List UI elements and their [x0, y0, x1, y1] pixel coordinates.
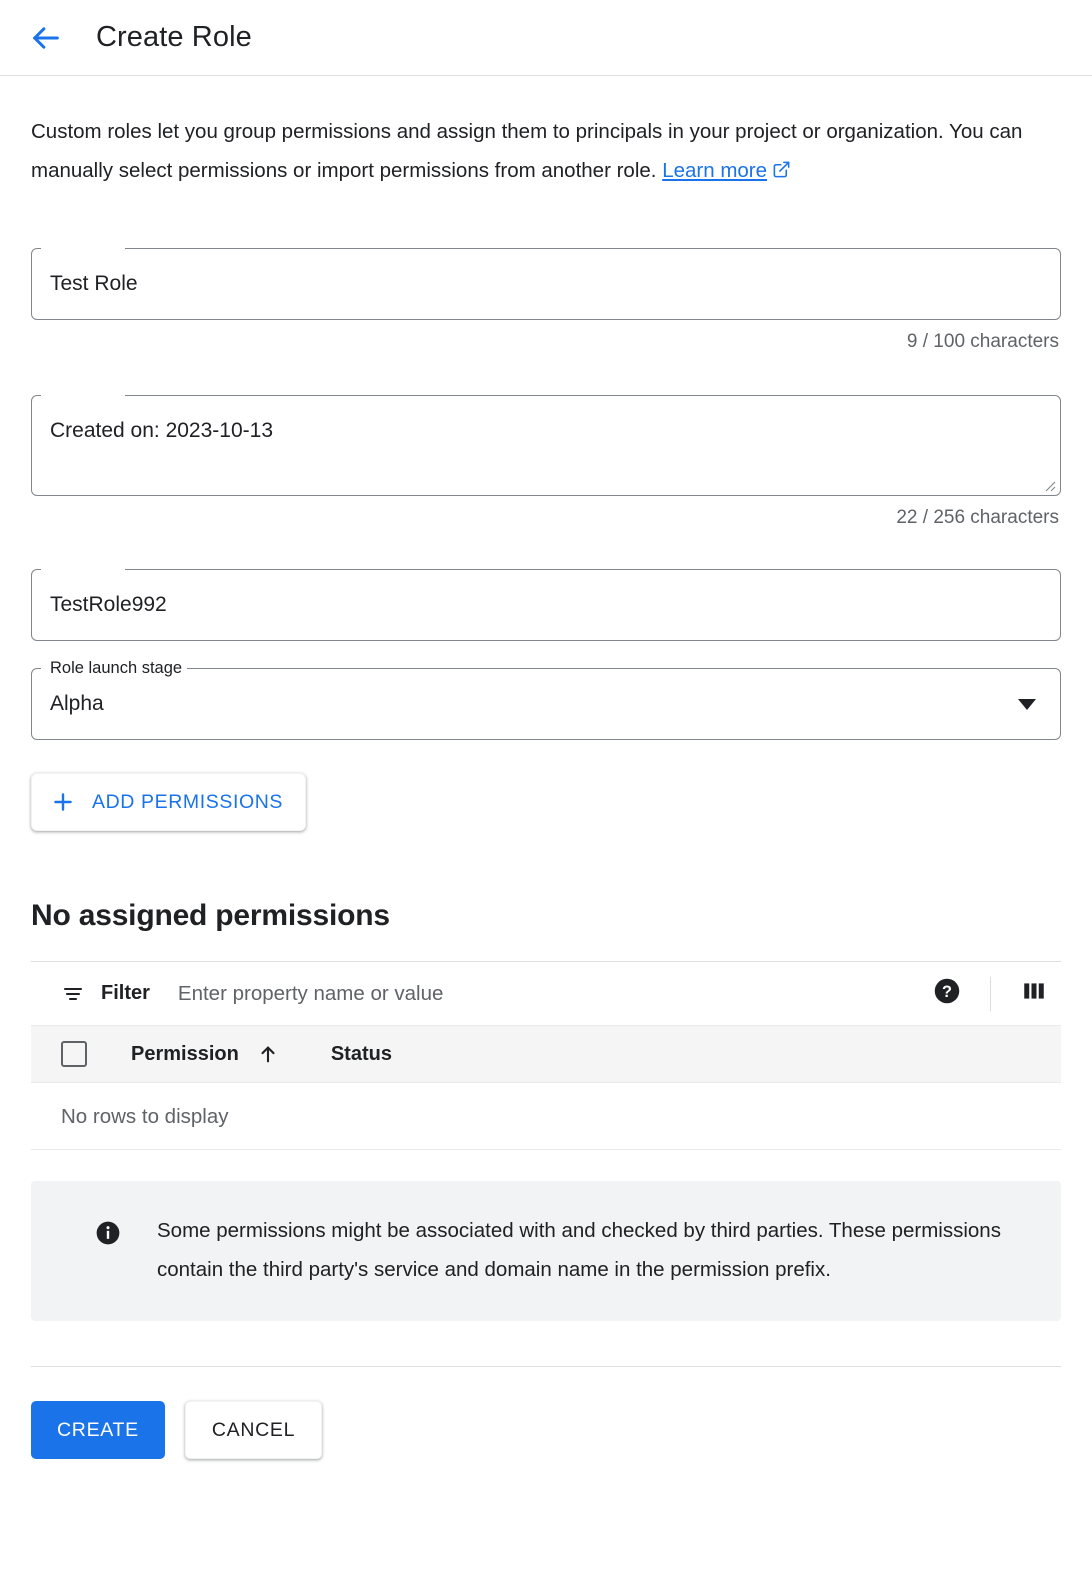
help-circle-icon: ? — [933, 977, 961, 1010]
arrow-back-icon — [29, 21, 63, 55]
page-title: Create Role — [96, 21, 252, 54]
role-title-outline — [31, 248, 1061, 320]
permissions-table: Permission Status No rows to display — [31, 1025, 1061, 1150]
create-button[interactable]: CREATE — [31, 1401, 165, 1459]
add-permissions-label: ADD PERMISSIONS — [92, 791, 283, 814]
intro-description: Custom roles let you group permissions a… — [31, 76, 1031, 192]
role-description-counter: 22 / 256 characters — [31, 507, 1061, 529]
column-settings-button[interactable] — [1011, 971, 1057, 1017]
toolbar-divider — [990, 977, 991, 1011]
launch-stage-field-wrapper: Role launch stage Alpha — [31, 668, 1061, 740]
cancel-button[interactable]: CANCEL — [185, 1401, 322, 1459]
role-title-counter: 9 / 100 characters — [31, 331, 1061, 353]
table-header-row: Permission Status — [31, 1025, 1061, 1083]
info-circle-icon — [95, 1220, 121, 1289]
launch-stage-value: Alpha — [50, 692, 1018, 716]
filter-input[interactable] — [176, 981, 924, 1007]
role-description-textarea[interactable] — [32, 396, 1060, 490]
app-header: Create Role — [0, 0, 1092, 76]
column-header-permission-label: Permission — [131, 1043, 239, 1066]
add-permissions-button[interactable]: ADD PERMISSIONS — [31, 773, 306, 831]
third-party-info-banner: Some permissions might be associated wit… — [31, 1181, 1061, 1321]
role-id-field-wrapper — [31, 569, 1061, 641]
page-content: Custom roles let you group permissions a… — [0, 76, 1092, 1459]
svg-text:?: ? — [942, 983, 952, 1001]
launch-stage-outline[interactable]: Role launch stage Alpha — [31, 668, 1061, 740]
role-description-field-wrapper: 22 / 256 characters — [31, 395, 1061, 529]
arrow-up-icon — [257, 1043, 279, 1065]
table-empty-message: No rows to display — [31, 1083, 1061, 1150]
role-id-outline — [31, 569, 1061, 641]
help-button[interactable]: ? — [924, 971, 970, 1017]
chevron-down-icon[interactable] — [1018, 699, 1036, 710]
third-party-info-text: Some permissions might be associated wit… — [157, 1211, 1007, 1289]
column-header-status[interactable]: Status — [331, 1043, 392, 1066]
role-id-input[interactable] — [32, 570, 1060, 640]
learn-more-link[interactable]: Learn more — [662, 159, 767, 182]
column-settings-icon — [1021, 978, 1047, 1009]
select-all-checkbox[interactable] — [61, 1041, 87, 1067]
filter-icon[interactable] — [61, 982, 85, 1006]
role-title-input[interactable] — [32, 249, 1060, 319]
filter-label: Filter — [101, 982, 150, 1005]
launch-stage-label: Role launch stage — [45, 658, 187, 678]
permissions-section-heading: No assigned permissions — [31, 899, 1061, 933]
filter-bar: Filter ? — [31, 961, 1061, 1025]
role-title-field-wrapper: 9 / 100 characters — [31, 248, 1061, 353]
column-header-permission[interactable]: Permission — [131, 1043, 279, 1066]
launch-stage-select[interactable]: Alpha — [32, 669, 1060, 739]
back-button[interactable] — [22, 14, 70, 62]
role-description-outline — [31, 395, 1061, 496]
intro-text: Custom roles let you group permissions a… — [31, 120, 1022, 182]
plus-icon — [50, 789, 76, 815]
form-footer: CREATE CANCEL — [31, 1366, 1061, 1459]
open-in-new-icon[interactable] — [772, 153, 791, 192]
